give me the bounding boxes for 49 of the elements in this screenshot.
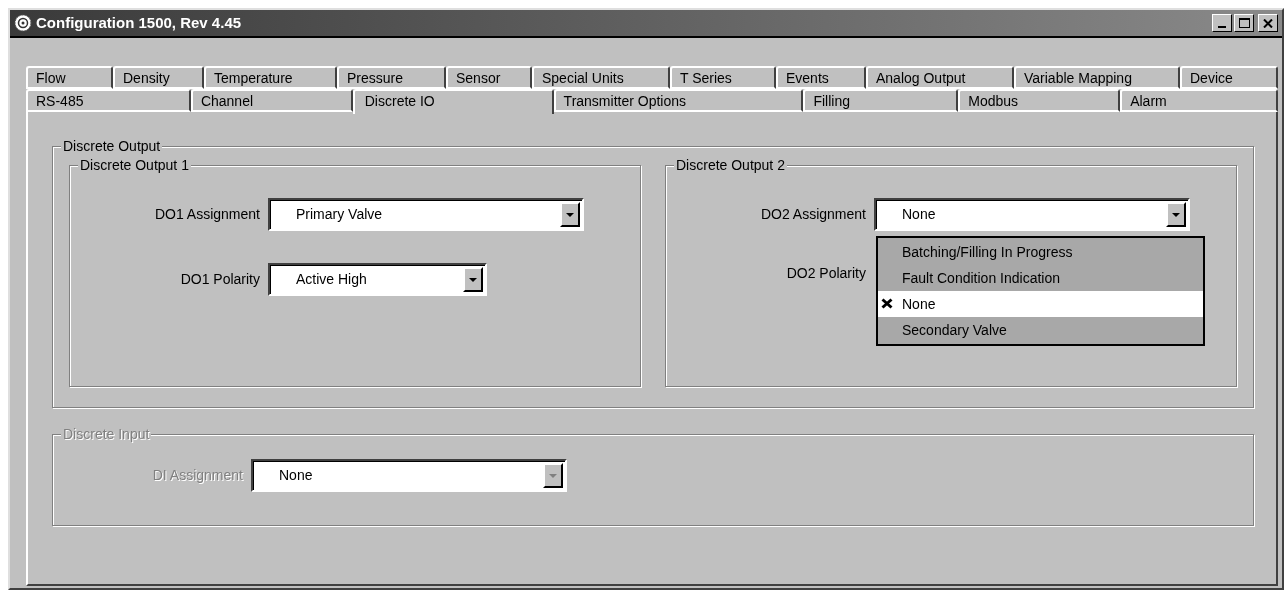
app-icon bbox=[14, 14, 32, 32]
dropdown-button[interactable] bbox=[560, 202, 580, 227]
minimize-button[interactable] bbox=[1212, 14, 1232, 32]
field-label: DI Assignment bbox=[151, 466, 244, 485]
maximize-icon bbox=[1238, 18, 1250, 28]
group-title: Discrete Output bbox=[61, 137, 163, 155]
tab[interactable]: Modbus bbox=[958, 89, 1121, 112]
tab[interactable]: Discrete IO bbox=[352, 89, 554, 114]
minimize-icon bbox=[1218, 26, 1226, 28]
caret-icon bbox=[566, 212, 574, 217]
tab[interactable]: Analog Output bbox=[866, 66, 1014, 89]
cross-icon bbox=[881, 298, 893, 309]
close-icon bbox=[1263, 18, 1273, 28]
dropdown-button[interactable] bbox=[1166, 202, 1186, 227]
tab[interactable]: Sensor bbox=[446, 66, 532, 89]
group-title: Discrete Output 1 bbox=[78, 156, 191, 174]
tab[interactable]: Alarm bbox=[1120, 89, 1278, 112]
window-title: Configuration 1500, Rev 4.45 bbox=[36, 12, 242, 33]
tab[interactable]: Flow bbox=[26, 66, 113, 89]
field-label: DO1 Polarity bbox=[179, 270, 261, 289]
group-title: Discrete Input bbox=[61, 425, 152, 443]
caret-icon bbox=[469, 277, 477, 282]
caret-icon bbox=[1172, 212, 1180, 217]
tab[interactable]: Variable Mapping bbox=[1014, 66, 1180, 89]
dropdown-option[interactable]: Batching/Filling In Progress bbox=[878, 239, 1203, 265]
tab[interactable]: RS-485 bbox=[26, 89, 191, 112]
dropdown-field[interactable]: Primary Valve bbox=[268, 198, 584, 231]
close-button[interactable] bbox=[1258, 14, 1278, 32]
tab[interactable]: Channel bbox=[190, 89, 353, 112]
field-label: DO2 Polarity bbox=[785, 264, 867, 283]
tab[interactable]: Device bbox=[1180, 66, 1278, 89]
dropdown-option[interactable]: Secondary Valve bbox=[878, 317, 1203, 343]
field-label: DO2 Assignment bbox=[759, 205, 867, 224]
maximize-button[interactable] bbox=[1234, 14, 1254, 32]
tab[interactable]: Pressure bbox=[337, 66, 446, 89]
tab[interactable]: Density bbox=[113, 66, 204, 89]
tab[interactable]: Transmitter Options bbox=[553, 89, 804, 112]
caret-icon bbox=[549, 473, 557, 478]
dropdown-option[interactable]: Fault Condition Indication bbox=[878, 265, 1203, 291]
dropdown-option[interactable]: None bbox=[878, 291, 1203, 317]
tab[interactable]: Events bbox=[776, 66, 866, 89]
dropdown-button[interactable] bbox=[463, 267, 483, 292]
group-title: Discrete Output 2 bbox=[674, 156, 787, 174]
field-label: DO1 Assignment bbox=[153, 205, 261, 224]
dropdown-field[interactable]: Active High bbox=[268, 263, 487, 296]
tab[interactable]: Temperature bbox=[204, 66, 337, 89]
tab[interactable]: Special Units bbox=[532, 66, 670, 89]
tab[interactable]: Filling bbox=[803, 89, 959, 112]
tab[interactable]: T Series bbox=[670, 66, 776, 89]
